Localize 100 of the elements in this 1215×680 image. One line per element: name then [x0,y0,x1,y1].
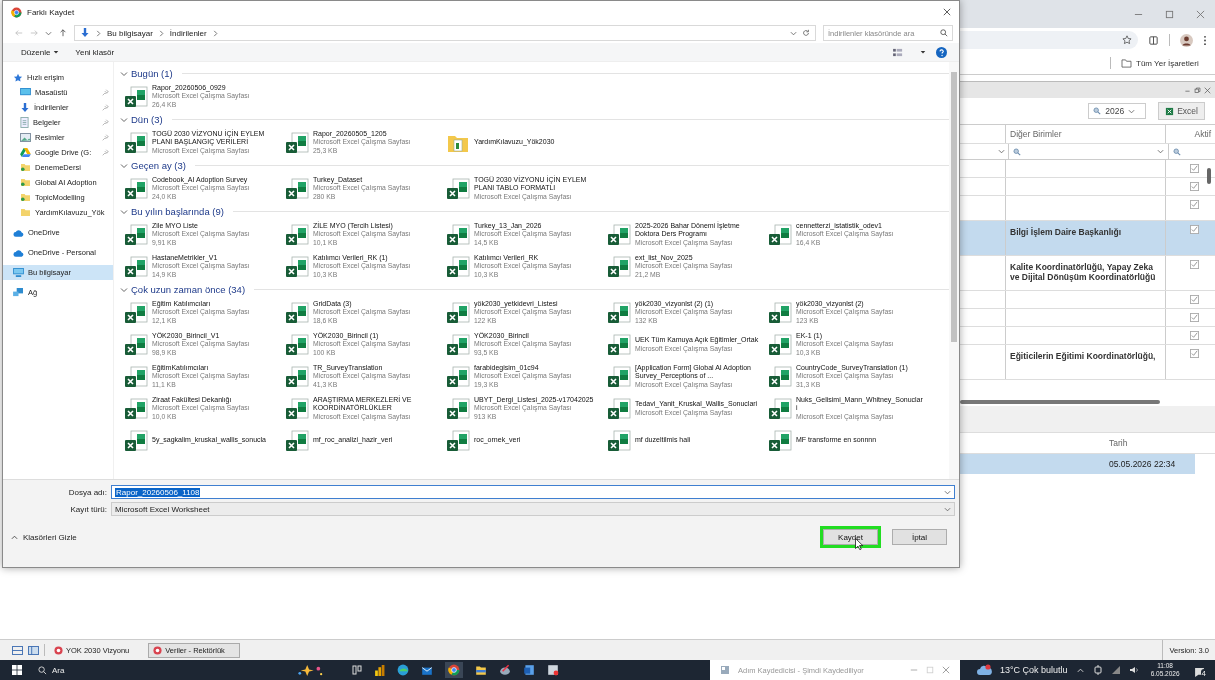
star-icon[interactable] [1122,35,1132,45]
extensions-icon[interactable] [1148,34,1159,46]
browser-icon[interactable] [397,664,409,676]
windows-start-icon[interactable] [12,665,22,675]
dialog-button[interactable]: Kaydet [823,529,878,545]
checkbox[interactable] [1190,295,1199,304]
checkbox[interactable] [1190,225,1199,234]
chevron-icon[interactable] [120,69,128,78]
table-row[interactable]: 05.05.2026 22:34 [960,454,1195,474]
group-header[interactable]: Bu yılın başlarında (9) [131,206,224,217]
checkbox[interactable] [1190,182,1199,191]
group-header[interactable]: Geçen ay (3) [131,160,186,171]
checkbox[interactable] [1190,349,1199,358]
spreadsheet-icon [285,222,309,247]
group-header[interactable]: Çok uzun zaman önce (34) [131,284,246,295]
close-icon[interactable] [1204,86,1211,94]
checkbox[interactable] [1190,331,1199,340]
task-view-icon[interactable] [352,665,362,675]
table-row[interactable]: Eğiticilerin Eğitimi Koordinatörlüğü, [960,345,1215,380]
notifications-button[interactable]: 4 [1193,662,1207,678]
document-icon[interactable] [523,664,535,676]
dropdown-icon[interactable] [1128,107,1136,115]
recorder-icon[interactable] [547,664,559,676]
speaker-icon[interactable] [1128,665,1139,675]
restore-icon[interactable] [1194,86,1201,94]
chevron-icon[interactable] [120,285,128,294]
avatar-icon[interactable] [1180,33,1193,47]
dialog-button[interactable]: İptal [892,529,947,545]
checkbox[interactable] [1190,260,1199,269]
dropdown-icon[interactable] [790,29,797,37]
folder-icon[interactable] [475,664,487,676]
mail-icon[interactable] [421,664,433,676]
group-header[interactable]: Dün (3) [131,114,163,125]
spreadsheet-icon [607,332,631,357]
pin-icon[interactable] [102,149,109,156]
taskbar-search[interactable]: Ara [30,665,148,675]
column-header[interactable]: Tarih [1105,438,1128,448]
dropdown-icon[interactable] [998,148,1005,155]
chevron-icon[interactable] [120,207,128,216]
refresh-icon[interactable] [802,29,810,37]
toolbar-button[interactable]: Yeni klasör [75,47,115,57]
chevron-right-icon[interactable] [95,29,102,37]
table-row[interactable]: Bilgi İşlem Daire Başkanlığı [960,221,1215,256]
chevron-right-icon[interactable] [157,29,165,37]
column-header[interactable]: Aktif [1166,125,1215,143]
spreadsheet-icon [124,254,148,279]
scrollbar[interactable] [949,62,959,479]
chevron-icon[interactable] [120,115,128,124]
close-icon[interactable] [943,8,951,16]
breadcrumb-link[interactable]: İndirilenler [169,28,207,38]
column-header[interactable]: Diğer Birimler [1006,125,1166,143]
export-button[interactable]: Excel [1158,102,1205,120]
recent-locations-icon[interactable] [45,29,52,37]
hide-folders-toggle[interactable]: Klasörleri Gizle [11,532,77,542]
up-arrow-icon[interactable] [59,29,67,37]
layout-icon[interactable] [28,645,39,655]
wifi-icon[interactable] [1110,665,1121,675]
caret-icon[interactable] [920,49,926,55]
menu-icon[interactable] [1203,34,1207,46]
spreadsheet-icon [124,130,148,155]
file-name-field[interactable]: Rapor_20260506_1108 [111,485,955,499]
chevron-right-icon[interactable] [211,29,219,37]
close-icon[interactable] [1196,9,1205,19]
help-icon[interactable] [936,46,947,58]
toolbar-button[interactable]: Düzenle [21,47,60,57]
chevron-icon[interactable] [120,161,128,170]
spreadsheet-icon [285,332,309,357]
pin-icon[interactable] [102,89,109,96]
browser-icon[interactable] [448,664,460,676]
spreadsheet-icon [446,364,470,389]
dropdown-icon[interactable] [944,488,951,496]
table-row[interactable]: Kalite Koordinatörlüğü, Yapay Zeka ve Dijital Dönüşüm Koordinatörlüğü [960,256,1215,291]
checkbox[interactable] [1190,313,1199,322]
forward-arrow-icon[interactable] [30,29,38,37]
sparkle-icon[interactable] [296,663,324,677]
pin-icon[interactable] [102,134,109,141]
minimize-icon[interactable] [910,666,918,674]
maximize-icon[interactable] [926,666,934,674]
address-bar[interactable]: Bu bilgisayar İndirilenler [74,25,816,41]
checkbox[interactable] [1190,200,1199,209]
maximize-icon[interactable] [1165,9,1174,19]
chevron-up-icon [11,533,18,541]
group-header[interactable]: Bugün (1) [131,68,173,79]
star-icon [13,72,23,83]
back-arrow-icon[interactable] [15,29,23,37]
weather-label[interactable]: 13°C Çok bulutlu [1000,665,1068,675]
pin-icon[interactable] [102,119,109,126]
file-type-dropdown[interactable]: Microsoft Excel Worksheet [111,502,955,516]
view-options-icon[interactable] [893,47,904,57]
weather-cloud-icon[interactable] [976,664,992,676]
layout-icon[interactable] [12,645,23,655]
bar-chart-icon[interactable] [374,664,385,676]
pin-icon[interactable] [102,104,109,111]
breadcrumb-link[interactable]: Bu bilgisayar [107,28,153,38]
drawing-tool-icon[interactable] [499,664,511,676]
dropdown-icon[interactable] [944,505,951,513]
dropdown-icon[interactable] [1157,148,1164,155]
bookmarks-folder[interactable]: Tüm Yer İşaretleri [1121,58,1199,68]
checkbox[interactable] [1190,164,1199,173]
year-dropdown[interactable]: 2026 [1088,103,1147,119]
